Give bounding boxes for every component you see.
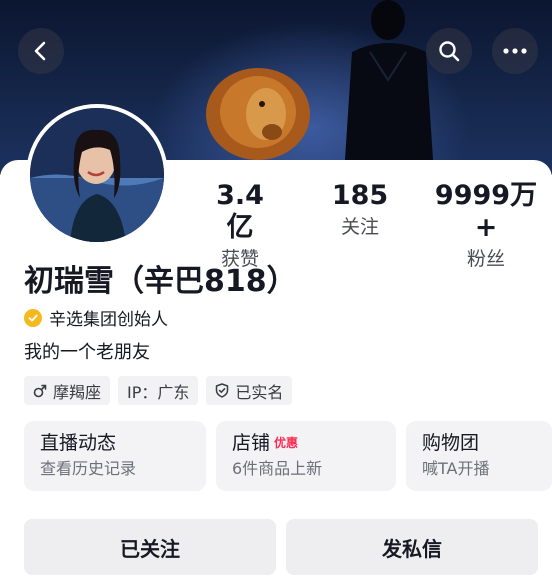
avatar-photo [30,108,164,242]
entry-subtitle: 喊TA开播 [422,459,490,478]
entry-subtitle: 查看历史记录 [40,459,137,478]
entry-subtitle: 6件商品上新 [232,459,323,478]
verified-badge-icon [24,308,42,327]
tag-text: IP：广东 [127,382,190,402]
tag-verified-identity[interactable]: 已实名 [206,376,293,405]
stat-likes[interactable]: 3.4亿 获赞 [204,180,276,274]
following-button[interactable]: 已关注 [24,519,276,575]
tag-ip-location: IP：广东 [118,376,199,405]
shop-entry[interactable]: 店铺 优惠 6件商品上新 [216,421,396,491]
avatar[interactable] [26,104,168,246]
verification-row: 辛选集团创始人 [24,305,168,330]
stat-label: 关注 [340,216,379,238]
profile-name: 初瑞雪（辛巴818） [24,264,297,299]
promo-badge: 优惠 [274,436,299,450]
shopping-group-entry[interactable]: 购物团 喊TA开播 [406,421,552,491]
man-silhouette-image [344,0,434,175]
more-button[interactable] [492,28,538,74]
entry-title: 店铺 [232,432,271,454]
entry-title: 直播动态 [40,432,117,454]
shield-check-icon [215,383,229,398]
stat-followers[interactable]: 9999万+ 粉丝 [424,180,548,274]
stat-value: 185 [331,180,389,211]
lion-image [206,68,310,160]
back-button[interactable] [18,28,64,74]
stat-following[interactable]: 185 关注 [324,180,396,242]
live-history-entry[interactable]: 直播动态 查看历史记录 [24,421,206,491]
stat-value: 9999万+ [434,180,538,243]
entry-title: 购物团 [422,432,480,454]
tag-list: 摩羯座 IP：广东 已实名 [24,376,293,405]
tag-zodiac: 摩羯座 [24,376,111,405]
verification-text: 辛选集团创始人 [49,310,168,330]
stat-value: 3.4亿 [216,180,264,243]
tag-text: 摩羯座 [53,382,102,402]
action-buttons: 已关注 发私信 [24,519,552,575]
chevron-left-icon [34,41,46,61]
search-icon [439,41,460,62]
search-button[interactable] [426,28,472,74]
profile-bio: 我的一个老朋友 [24,342,150,363]
more-horizontal-icon [503,48,527,54]
stats-row: 3.4亿 获赞 185 关注 9999万+ 粉丝 [186,180,552,270]
entry-cards: 直播动态 查看历史记录 店铺 优惠 6件商品上新 购物团 喊TA开播 [24,421,552,491]
message-button[interactable]: 发私信 [286,519,538,575]
male-icon [33,384,47,398]
tag-text: 已实名 [235,382,284,402]
stat-label: 粉丝 [466,248,505,270]
